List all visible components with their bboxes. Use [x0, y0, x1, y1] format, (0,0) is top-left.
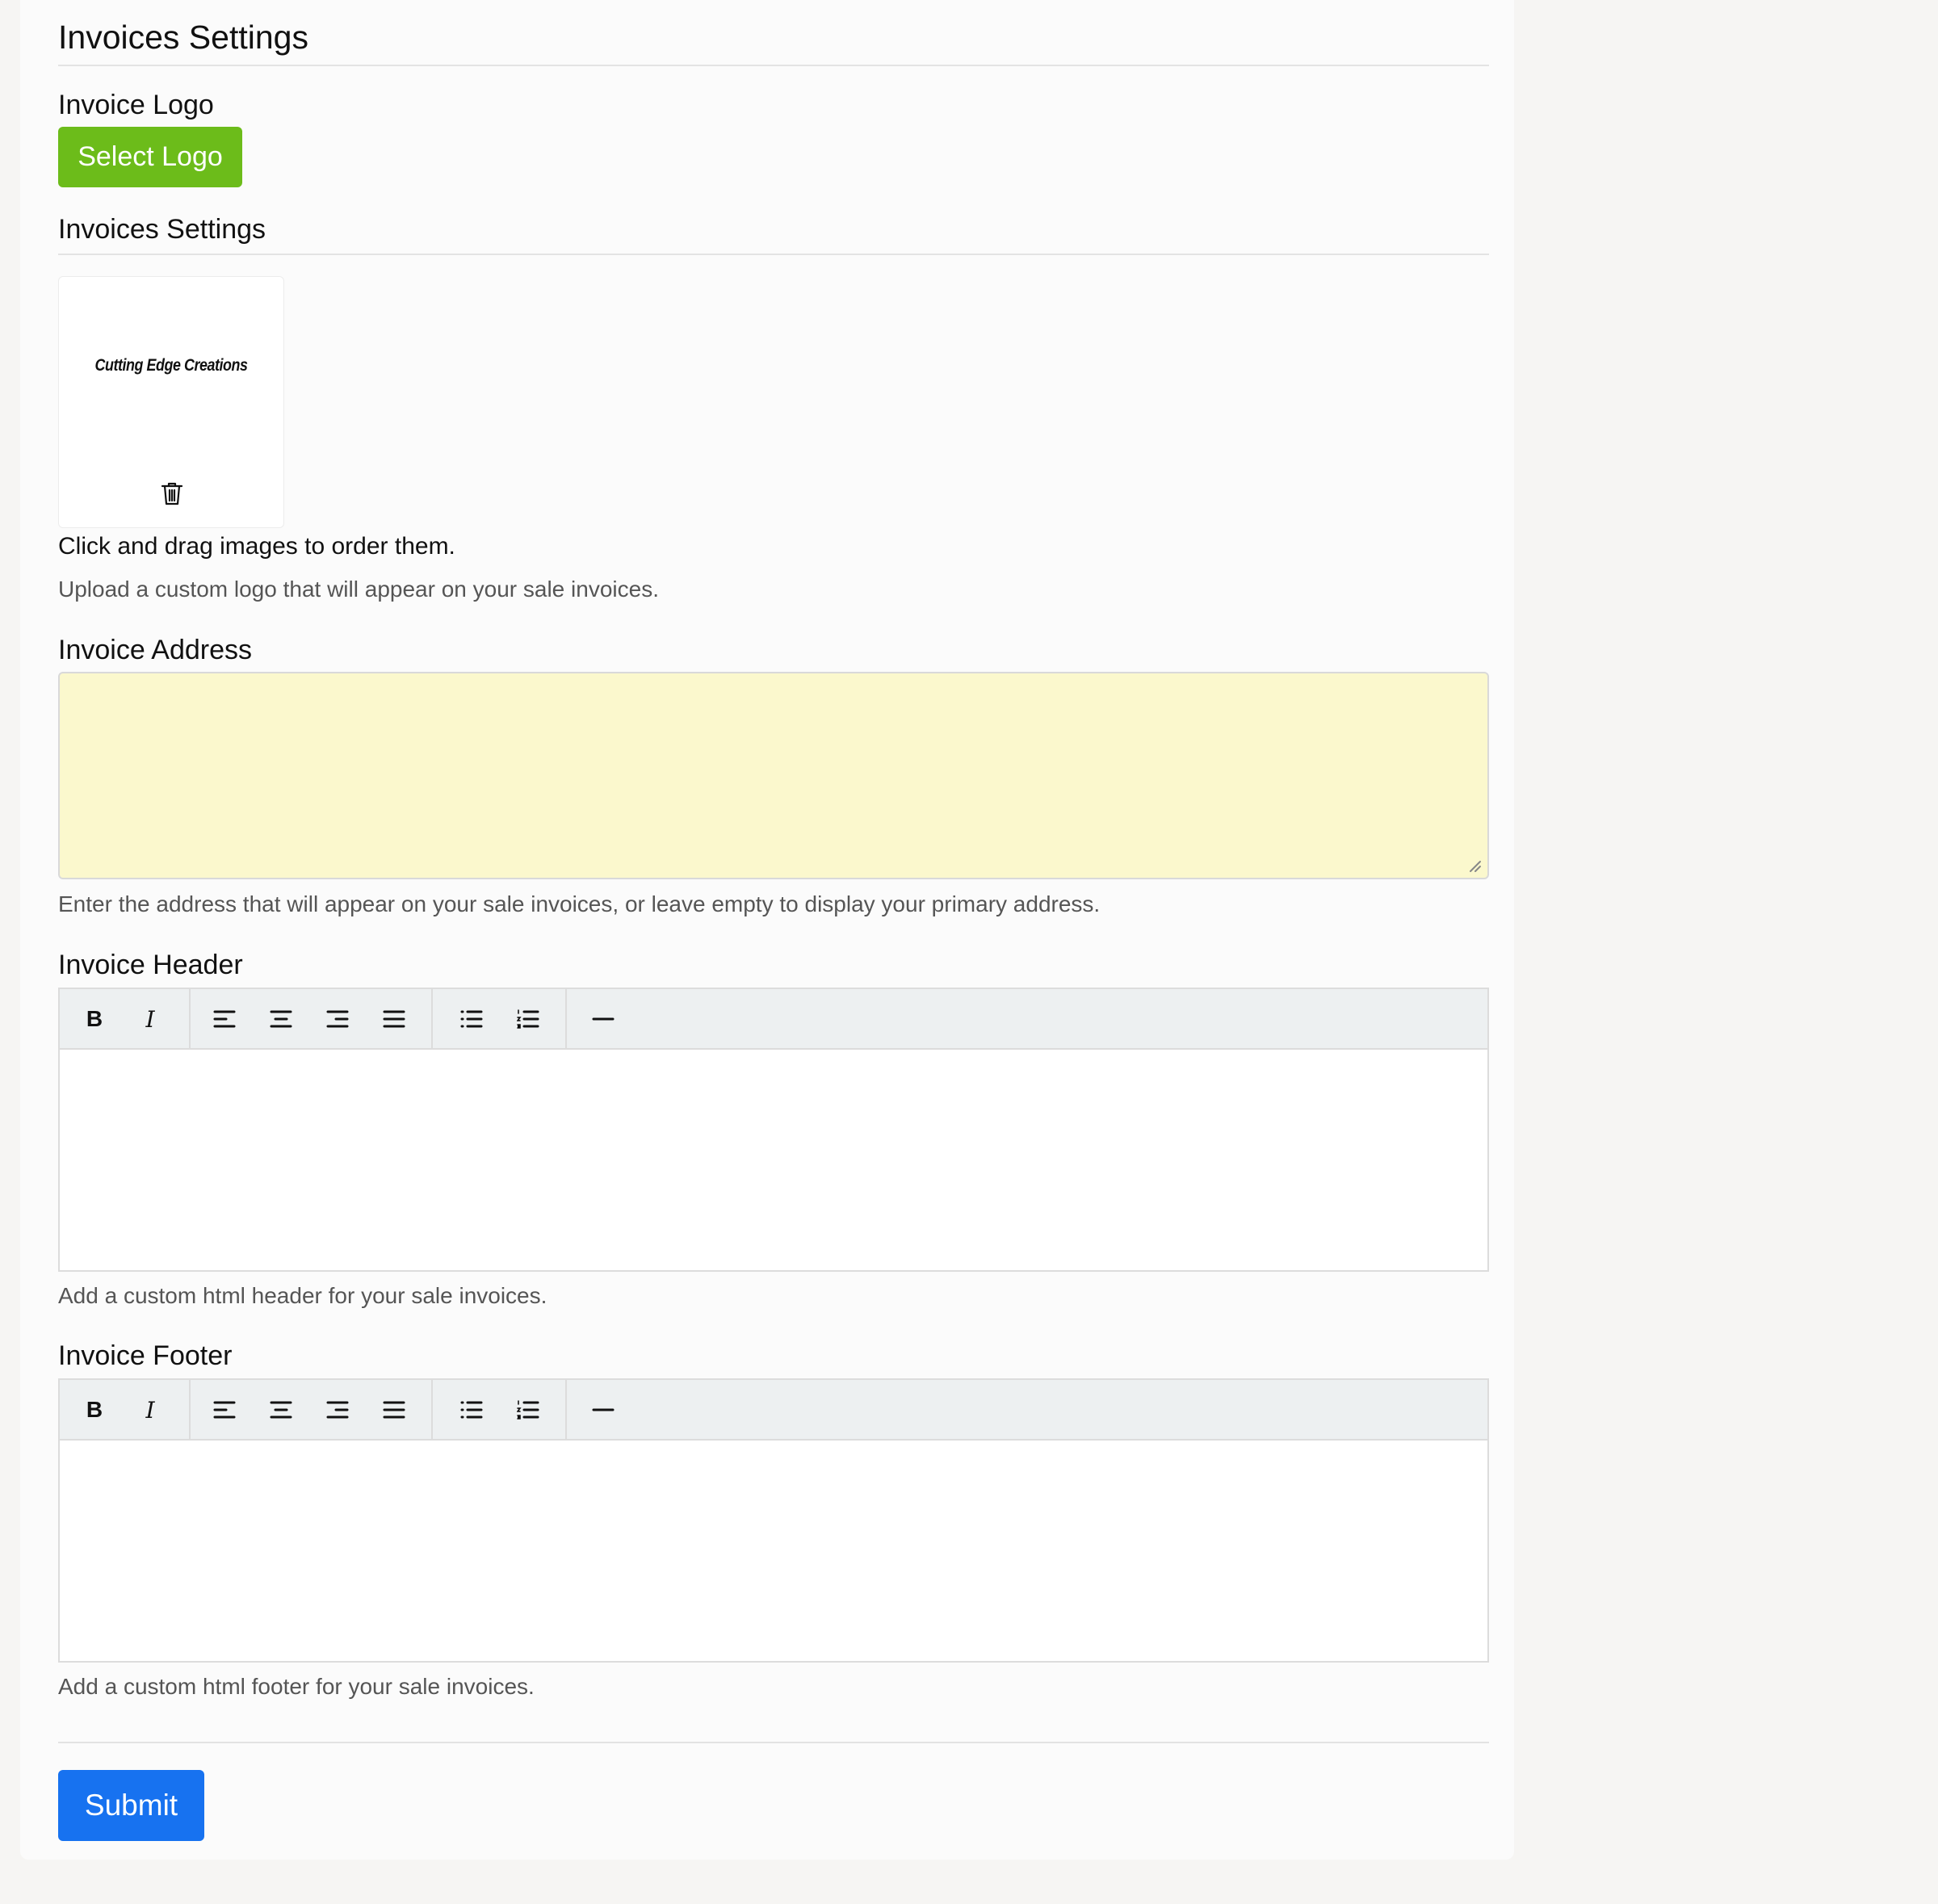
- toolbar-separator: [565, 1380, 567, 1439]
- invoice-header-label: Invoice Header: [58, 950, 243, 980]
- footer-editor-toolbar: B I: [60, 1380, 1487, 1441]
- align-left-icon[interactable]: [204, 1390, 245, 1430]
- toolbar-separator: [189, 1380, 191, 1439]
- trash-icon[interactable]: [160, 480, 184, 506]
- numbered-list-icon[interactable]: [508, 1390, 548, 1430]
- logo-image-text: Cutting Edge Creations: [94, 356, 248, 375]
- toolbar-separator: [189, 989, 191, 1048]
- align-justify-icon[interactable]: [374, 1390, 414, 1430]
- toolbar-separator: [565, 989, 567, 1048]
- subheading-divider: [58, 254, 1489, 255]
- header-help-text: Add a custom html header for your sale i…: [58, 1283, 547, 1308]
- toolbar-separator: [431, 1380, 433, 1439]
- header-editor-toolbar: B I: [60, 989, 1487, 1050]
- actions-divider: [58, 1742, 1489, 1743]
- invoice-footer-label: Invoice Footer: [58, 1340, 233, 1371]
- address-help-text: Enter the address that will appear on yo…: [58, 891, 1101, 916]
- invoice-logo-label: Invoice Logo: [58, 90, 214, 120]
- bold-button[interactable]: B: [74, 1390, 115, 1430]
- submit-button[interactable]: Submit: [58, 1770, 204, 1841]
- footer-editor-content[interactable]: [60, 1441, 1487, 1661]
- page-title: Invoices Settings: [58, 19, 308, 56]
- footer-help-text: Add a custom html footer for your sale i…: [58, 1674, 535, 1699]
- numbered-list-icon[interactable]: [508, 999, 548, 1039]
- align-center-icon[interactable]: [261, 999, 301, 1039]
- align-justify-icon[interactable]: [374, 999, 414, 1039]
- toolbar-separator: [431, 989, 433, 1048]
- italic-button[interactable]: I: [130, 1390, 170, 1430]
- align-right-icon[interactable]: [317, 999, 358, 1039]
- horizontal-rule-icon[interactable]: [583, 1390, 623, 1430]
- align-left-icon[interactable]: [204, 999, 245, 1039]
- logo-thumbnail[interactable]: Cutting Edge Creations: [58, 276, 284, 528]
- title-divider: [58, 65, 1489, 66]
- bullet-list-icon[interactable]: [451, 1390, 492, 1430]
- invoice-footer-editor: B I: [58, 1378, 1489, 1663]
- invoices-settings-subheading: Invoices Settings: [58, 214, 266, 245]
- align-right-icon[interactable]: [317, 1390, 358, 1430]
- invoice-address-label: Invoice Address: [58, 635, 253, 665]
- drag-order-note: Click and drag images to order them.: [58, 533, 455, 560]
- bold-button[interactable]: B: [74, 999, 115, 1039]
- italic-button[interactable]: I: [130, 999, 170, 1039]
- invoice-address-textarea[interactable]: [58, 672, 1489, 879]
- resize-handle-icon[interactable]: [1466, 858, 1483, 874]
- bullet-list-icon[interactable]: [451, 999, 492, 1039]
- header-editor-content[interactable]: [60, 1050, 1487, 1270]
- settings-card: Invoices Settings Invoice Logo Select Lo…: [20, 0, 1514, 1860]
- invoice-header-editor: B I: [58, 988, 1489, 1272]
- select-logo-button[interactable]: Select Logo: [58, 127, 242, 187]
- align-center-icon[interactable]: [261, 1390, 301, 1430]
- horizontal-rule-icon[interactable]: [583, 999, 623, 1039]
- logo-help-text: Upload a custom logo that will appear on…: [58, 577, 659, 602]
